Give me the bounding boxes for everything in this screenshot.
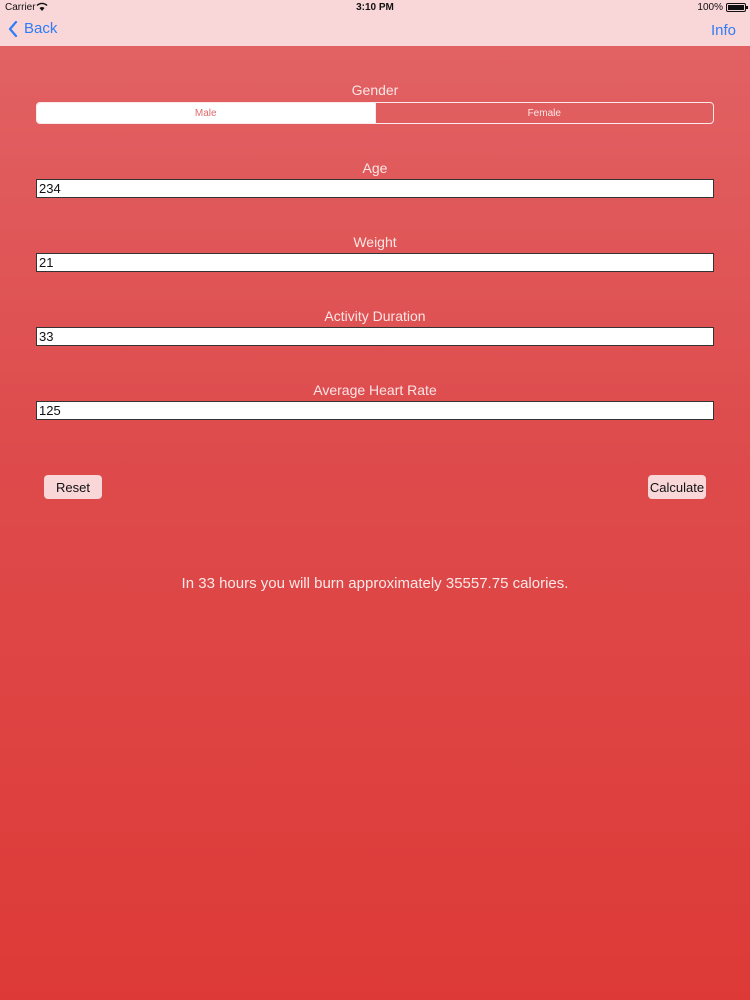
result-text: In 33 hours you will burn approximately … [181,575,569,592]
gender-segmented-control: Male Female [36,102,714,124]
reset-button[interactable]: Reset [44,475,102,499]
gender-label: Gender [351,82,399,98]
info-button[interactable]: Info [711,22,736,39]
weight-field[interactable] [36,253,714,272]
battery-icon [726,3,748,12]
back-button[interactable]: Back [8,20,57,37]
age-field[interactable] [36,179,714,198]
navigation-bar: Carrier 3:10 PM 100% Back Info [0,0,750,46]
weight-label: Weight [353,234,397,250]
age-label: Age [362,160,388,176]
heart-rate-field[interactable] [36,401,714,420]
back-label: Back [24,20,58,37]
activity-duration-label: Activity Duration [324,308,426,324]
gender-option-male[interactable]: Male [37,103,375,123]
battery-status: 100% [697,2,748,13]
gender-option-female[interactable]: Female [374,103,714,123]
status-time: 3:10 PM [356,2,394,13]
heart-rate-label: Average Heart Rate [313,382,437,398]
calculate-button[interactable]: Calculate [648,475,706,499]
activity-duration-field[interactable] [36,327,714,346]
battery-percent: 100% [697,2,723,13]
chevron-left-icon [8,20,18,37]
